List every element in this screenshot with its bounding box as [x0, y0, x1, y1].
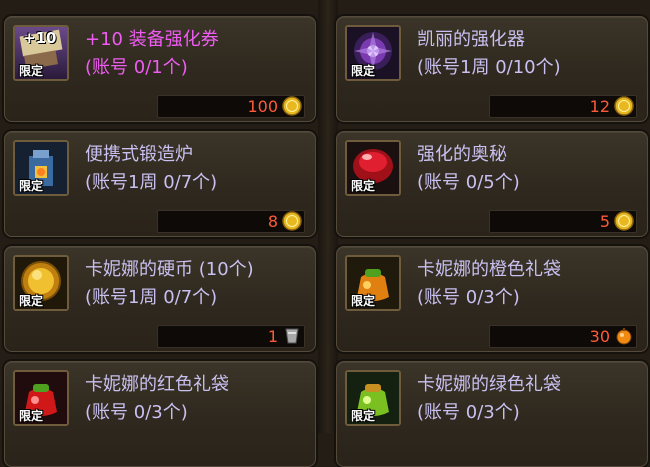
limited-badge: 限定 [19, 294, 44, 308]
shop-item-upgrade-ticket[interactable]: +10 限定 +10 装备强化券 (账号 0/1个) 100 [4, 16, 316, 122]
red-pouch-icon: 限定 [13, 370, 69, 426]
item-purchase-limit: (账号 0/1个) [85, 57, 188, 78]
limited-badge: 限定 [351, 409, 376, 423]
shop-item-kelly-enhancer[interactable]: 限定 凯丽的强化器 (账号1周 0/10个) 12 [336, 16, 648, 122]
price-value: 5 [599, 212, 610, 231]
silver-cup-icon [282, 326, 302, 346]
item-name: +10 装备强化券 [85, 29, 219, 50]
price-bar: 30 [489, 325, 637, 348]
item-name: 卡妮娜的红色礼袋 [85, 374, 229, 395]
limited-badge: 限定 [19, 64, 44, 78]
price-bar: 100 [157, 95, 305, 118]
item-purchase-limit: (账号 0/3个) [417, 402, 520, 423]
shop-item-kanina-green-pouch[interactable]: 限定 卡妮娜的绿色礼袋 (账号 0/3个) [336, 361, 648, 467]
background-divider [318, 0, 338, 433]
limited-badge: 限定 [351, 294, 376, 308]
item-purchase-limit: (账号 0/3个) [85, 402, 188, 423]
item-name: 强化的奥秘 [417, 144, 507, 165]
gold-coin-icon [282, 211, 302, 231]
green-pouch-icon: 限定 [345, 370, 401, 426]
item-name: 卡妮娜的绿色礼袋 [417, 374, 561, 395]
limited-badge: 限定 [19, 179, 44, 193]
price-bar: 5 [489, 210, 637, 233]
item-name: 卡妮娜的橙色礼袋 [417, 259, 561, 280]
gold-coin-icon [282, 96, 302, 116]
item-purchase-limit: (账号1周 0/7个) [85, 287, 218, 308]
gold-token-icon: 限定 [13, 255, 69, 311]
item-name: 凯丽的强化器 [417, 29, 525, 50]
limited-badge: 限定 [351, 179, 376, 193]
gold-coin-icon [614, 96, 634, 116]
item-purchase-limit: (账号 0/3个) [417, 287, 520, 308]
shop-item-kanina-red-pouch[interactable]: 限定 卡妮娜的红色礼袋 (账号 0/3个) [4, 361, 316, 467]
upgrade-ticket-label: +10 [23, 29, 57, 47]
price-bar: 1 [157, 325, 305, 348]
shop-item-kanina-coin[interactable]: 限定 卡妮娜的硬币 (10个) (账号1周 0/7个) 1 [4, 246, 316, 352]
limited-badge: 限定 [351, 64, 376, 78]
item-name: 卡妮娜的硬币 (10个) [85, 259, 254, 280]
shop-item-portable-forge[interactable]: 限定 便携式锻造炉 (账号1周 0/7个) 8 [4, 131, 316, 237]
price-value: 12 [589, 97, 610, 116]
red-gem-icon: 限定 [345, 140, 401, 196]
gold-coin-icon [614, 211, 634, 231]
price-value: 1 [267, 327, 278, 346]
price-value: 100 [247, 97, 278, 116]
forge-icon: 限定 [13, 140, 69, 196]
price-bar: 8 [157, 210, 305, 233]
purple-orb-icon: 限定 [345, 25, 401, 81]
price-bar: 12 [489, 95, 637, 118]
shop-item-enhancement-secret[interactable]: 限定 强化的奥秘 (账号 0/5个) 5 [336, 131, 648, 237]
item-name: 便携式锻造炉 [85, 144, 193, 165]
item-purchase-limit: (账号1周 0/7个) [85, 172, 218, 193]
price-value: 8 [267, 212, 278, 231]
price-value: 30 [589, 327, 610, 346]
orange-orb-icon [614, 326, 634, 346]
item-purchase-limit: (账号 0/5个) [417, 172, 520, 193]
upgrade-ticket-icon: +10 限定 [13, 25, 69, 81]
limited-badge: 限定 [19, 409, 44, 423]
orange-pouch-icon: 限定 [345, 255, 401, 311]
shop-item-kanina-orange-pouch[interactable]: 限定 卡妮娜的橙色礼袋 (账号 0/3个) 30 [336, 246, 648, 352]
item-purchase-limit: (账号1周 0/10个) [417, 57, 561, 78]
